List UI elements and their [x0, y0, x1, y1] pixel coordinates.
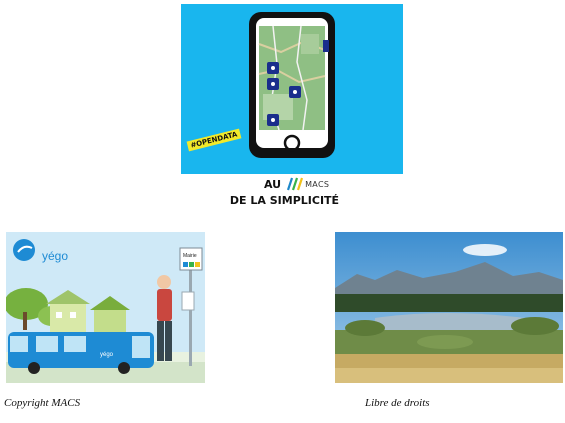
promo-caption-line1: AU MACS — [264, 176, 329, 192]
macs-logo-icon — [287, 177, 304, 191]
mountain-landscape-icon — [335, 232, 563, 383]
credit-left: Copyright MACS — [4, 397, 81, 409]
landscape-photo — [335, 232, 563, 383]
macs-logo-text: MACS — [305, 179, 330, 189]
opendata-promo-image: #OPENDATA — [181, 4, 403, 174]
caption-prefix: AU — [264, 177, 282, 191]
brand-name: yégo — [42, 249, 69, 263]
bus-stop-sign-label: Mairie — [183, 253, 197, 259]
bus-brand-label: yégo — [100, 352, 114, 358]
bus-stop-illustration: yégo Mairie yégo — [6, 232, 205, 383]
macs-logo: MACS — [287, 177, 329, 191]
bus-stop-drawing — [6, 232, 205, 383]
promo-caption-line2: DE LA SIMPLICITÉ — [229, 194, 340, 207]
credit-right: Libre de droits — [365, 397, 430, 409]
phone-map-illustration — [249, 12, 335, 158]
